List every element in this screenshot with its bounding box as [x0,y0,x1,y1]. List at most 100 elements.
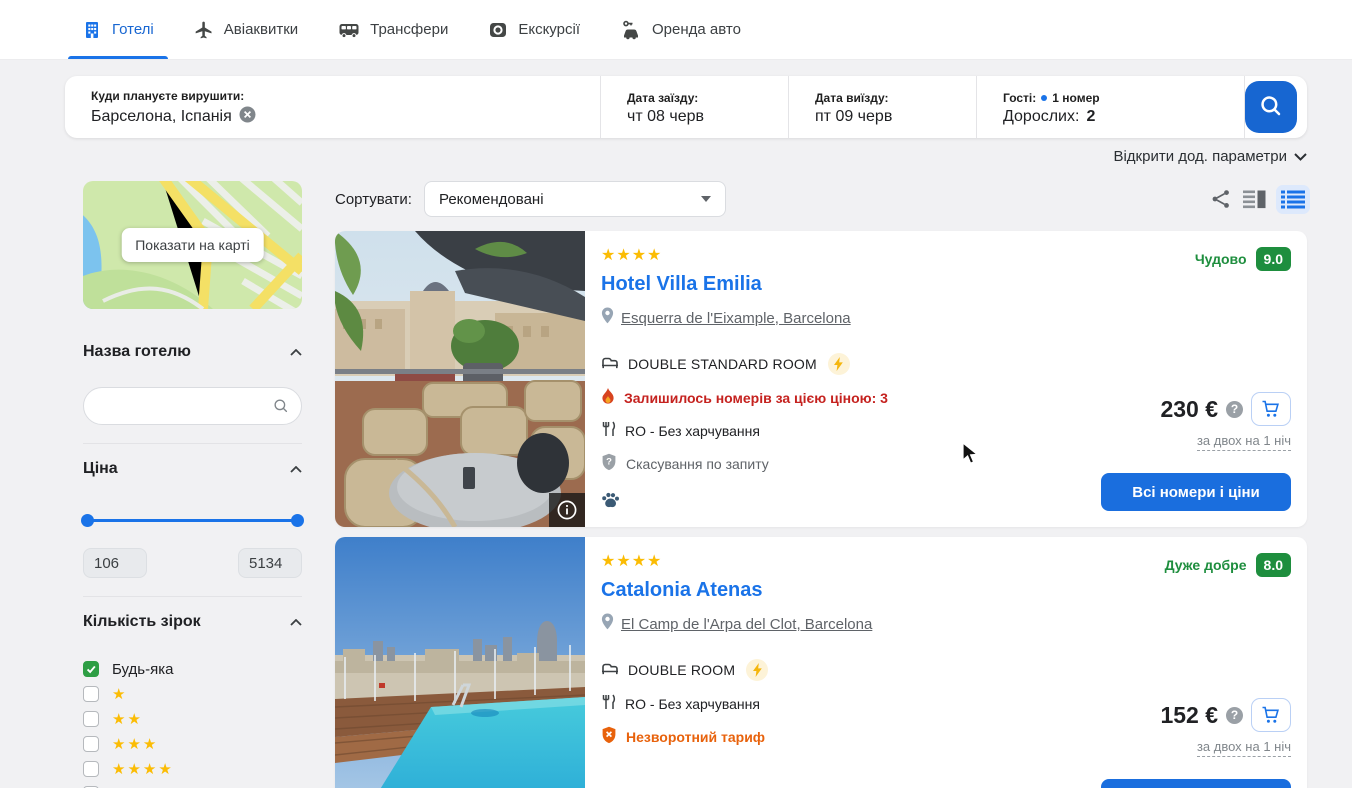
price-basis-note: за двох на 1 ніч [1197,739,1291,757]
camera-icon [488,20,508,40]
meal-plan: RO - Без харчування [625,696,760,712]
hotel-star-rating: ★★★★ [601,245,1065,265]
tab-hotels[interactable]: Готелі [82,0,154,59]
list-view-icon[interactable] [1279,188,1307,211]
chevron-up-icon[interactable] [290,460,302,478]
rating-label: Дуже добре [1165,557,1247,573]
hotel-photo[interactable] [335,537,585,788]
tab-label: Екскурсії [518,21,580,38]
chevron-down-icon [1294,148,1307,165]
tab-label: Трансфери [370,21,448,38]
hotel-name-search-input[interactable] [83,387,302,425]
bed-icon [601,661,619,679]
star-icons: ★★★★ [112,760,174,778]
star-option-any[interactable]: Будь-яка [83,661,302,677]
pets-allowed-icon [601,491,1065,513]
price-max-input[interactable] [238,548,302,578]
checkout-label: Дата виїзду: [815,91,956,105]
results-panel: Сортувати: Рекомендовані [335,181,1307,788]
shield-question-icon: ? [601,453,617,474]
checkout-field[interactable]: Дата виїзду: пт 09 черв [788,76,976,138]
checkbox-checked[interactable] [83,661,99,677]
rooms-left-notice: Залишилось номерів за цією ціною: 3 [624,390,888,406]
hotel-location-link[interactable]: Esquerra de l'Eixample, Barcelona [621,310,851,327]
rating-score-badge: 8.0 [1256,553,1291,577]
share-icon[interactable] [1211,189,1231,209]
show-on-map-button[interactable]: Показати на карті [121,228,264,262]
meal-plan: RO - Без харчування [625,423,760,439]
checkbox[interactable] [83,711,99,727]
cart-icon [1261,706,1281,724]
search-bar: Куди плануєте вирушити: Барселона, Іспан… [65,76,1307,138]
checkbox[interactable] [83,686,99,702]
meal-icon [601,421,616,440]
all-rooms-button[interactable]: Всі номери і ціни [1101,779,1291,788]
checkbox[interactable] [83,761,99,777]
stars-filter-title: Кількість зірок [83,613,201,631]
chevron-up-icon[interactable] [290,613,302,631]
dot-icon [1041,95,1047,101]
slider-handle-min[interactable] [81,514,94,527]
room-type: DOUBLE ROOM [628,662,735,678]
price-basis-note: за двох на 1 ніч [1197,433,1291,451]
hotel-photo[interactable] [335,231,585,527]
all-rooms-button[interactable]: Всі номери і ціни [1101,473,1291,511]
price-info-icon[interactable]: ? [1226,401,1243,418]
adults-value: 2 [1086,108,1095,126]
price-filter-title: Ціна [83,460,118,478]
hotel-location-link[interactable]: El Camp de l'Arpa del Clot, Barcelona [621,616,872,633]
checkin-value: чт 08 черв [627,108,768,126]
search-button[interactable] [1245,81,1297,133]
hotel-name-link[interactable]: Catalonia Atenas [601,579,1065,602]
destination-field[interactable]: Куди плануєте вирушити: Барселона, Іспан… [65,76,600,138]
tab-car-rental[interactable]: Оренда авто [620,0,741,59]
price-slider[interactable] [83,514,302,526]
slider-track [85,519,300,522]
checkin-field[interactable]: Дата заїзду: чт 08 черв [600,76,788,138]
tab-flights[interactable]: Авіаквитки [194,0,298,59]
map-pin-icon [601,613,614,635]
tab-label: Готелі [112,21,154,38]
sort-select[interactable]: Рекомендовані [424,181,726,217]
checkin-label: Дата заїзду: [627,91,768,105]
add-to-cart-button[interactable] [1251,698,1291,732]
map-preview[interactable]: Показати на карті [83,181,302,309]
price-info-icon[interactable]: ? [1226,707,1243,724]
star-option-1[interactable]: ★ [83,686,302,702]
star-icons: ★★★ [112,735,158,753]
tab-transfers[interactable]: Трансфери [338,0,448,59]
sort-value: Рекомендовані [439,191,544,208]
divider [83,443,302,444]
extra-params-toggle[interactable]: Відкрити дод. параметри [1113,148,1307,165]
adults-label: Дорослих: [1003,108,1079,126]
checkout-value: пт 09 черв [815,108,956,126]
add-to-cart-button[interactable] [1251,392,1291,426]
checkbox[interactable] [83,736,99,752]
slider-handle-max[interactable] [291,514,304,527]
price-min-input[interactable] [83,548,147,578]
tab-excursions[interactable]: Екскурсії [488,0,580,59]
hotel-name-filter-title: Назва готелю [83,343,191,361]
search-icon [1258,93,1284,122]
shield-x-icon [601,726,617,747]
hotel-pool-image [335,537,585,788]
extra-params-label: Відкрити дод. параметри [1113,148,1287,165]
star-option-4[interactable]: ★★★★ [83,761,302,777]
star-option-2[interactable]: ★★ [83,711,302,727]
clear-destination-icon[interactable] [239,106,256,128]
search-icon [272,397,290,415]
bus-icon [338,20,360,40]
info-icon[interactable] [549,493,585,527]
hotel-name-link[interactable]: Hotel Villa Emilia [601,273,1065,296]
star-option-3[interactable]: ★★★ [83,736,302,752]
car-key-icon [620,20,642,40]
top-navigation: Готелі Авіаквитки Трансфери Екскурсії Ор… [0,0,1352,60]
filters-sidebar: Показати на карті Назва готелю Ціна [83,181,302,788]
rating-label: Чудово [1195,251,1247,267]
guests-field[interactable]: Гості: 1 номер Дорослих: 2 [976,76,1244,138]
grid-view-icon[interactable] [1243,190,1267,209]
guests-rooms: 1 номер [1052,91,1099,105]
rating-score-badge: 9.0 [1256,247,1291,271]
cart-icon [1261,400,1281,418]
chevron-up-icon[interactable] [290,343,302,361]
